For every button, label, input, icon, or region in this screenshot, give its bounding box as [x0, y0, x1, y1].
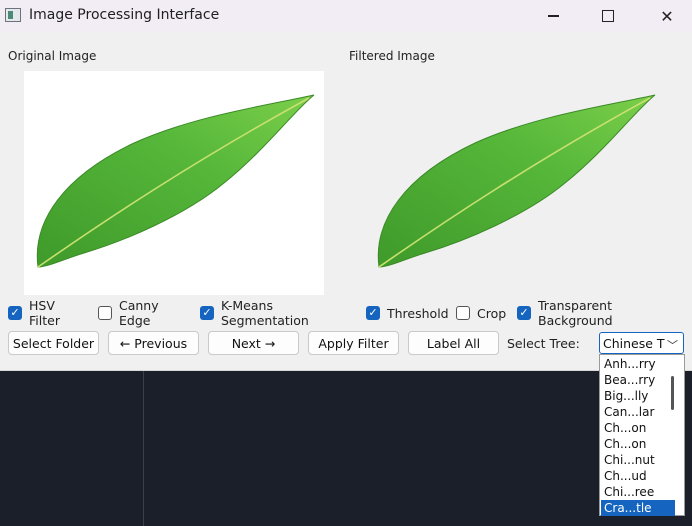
checkbox-unchecked-icon [98, 306, 112, 320]
close-button[interactable]: ✕ [644, 0, 690, 32]
checkbox-label: Crop [477, 305, 507, 321]
original-image-label: Original Image [8, 49, 97, 63]
filtered-image [365, 71, 665, 295]
checkbox-label: Canny Edge [119, 298, 159, 328]
next-button[interactable]: Next → [208, 331, 299, 355]
tree-dropdown-list[interactable]: Anh...rry Bea...rry Big...lly Can...lar … [599, 354, 685, 516]
checkbox-checked-icon [517, 306, 531, 320]
crop-checkbox[interactable]: Crop [456, 304, 506, 322]
dropdown-scrollbar[interactable] [671, 376, 674, 410]
maximize-button[interactable] [585, 0, 631, 32]
tree-option-selected[interactable]: Cra...tle [601, 500, 675, 516]
label-all-button[interactable]: Label All [408, 331, 499, 355]
app-window: Image Processing Interface ✕ Original Im… [0, 0, 692, 371]
hsv-filter-checkbox[interactable]: HSV Filter [8, 298, 60, 328]
tree-option[interactable]: Ch...on [601, 436, 675, 452]
minimize-button[interactable] [530, 0, 576, 32]
minimize-icon [547, 15, 559, 17]
checkbox-label: K-Means Segmentation [221, 298, 309, 328]
tree-option[interactable]: Can...lar [601, 404, 675, 420]
select-folder-button[interactable]: Select Folder [8, 331, 99, 355]
checkbox-label: Transparent Background [538, 298, 613, 328]
tree-option[interactable]: Bea...rry [601, 372, 675, 388]
tree-option[interactable]: Big...lly [601, 388, 675, 404]
window-title: Image Processing Interface [29, 7, 220, 23]
select-tree-label: Select Tree: [507, 336, 580, 351]
tree-option[interactable]: Anh...rry [601, 356, 675, 372]
checkbox-checked-icon [8, 306, 22, 320]
checkbox-label: HSV Filter [29, 298, 60, 328]
transparent-background-checkbox[interactable]: Transparent Background [517, 298, 613, 328]
previous-button[interactable]: ← Previous [108, 331, 199, 355]
checkbox-checked-icon [200, 306, 214, 320]
app-icon [5, 8, 21, 22]
tree-select-value: Chinese T [603, 335, 665, 351]
original-image [24, 71, 324, 295]
canny-edge-checkbox[interactable]: Canny Edge [98, 298, 159, 328]
checkbox-checked-icon [366, 306, 380, 320]
filtered-image-label: Filtered Image [349, 49, 435, 63]
tree-select[interactable]: Chinese T ﹀ [599, 332, 684, 354]
checkbox-label: Threshold [387, 305, 449, 321]
tree-option[interactable]: Ch...ud [601, 468, 675, 484]
maximize-icon [602, 10, 614, 22]
kmeans-segmentation-checkbox[interactable]: K-Means Segmentation [200, 298, 309, 328]
chevron-down-icon: ﹀ [667, 339, 678, 352]
tree-option[interactable]: Chi...nut [601, 452, 675, 468]
close-icon: ✕ [660, 6, 674, 26]
background-divider [143, 370, 144, 526]
title-bar[interactable]: Image Processing Interface ✕ [0, 0, 692, 32]
tree-option[interactable]: Chi...ree [601, 484, 675, 500]
checkbox-unchecked-icon [456, 306, 470, 320]
threshold-checkbox[interactable]: Threshold [366, 304, 449, 322]
apply-filter-button[interactable]: Apply Filter [308, 331, 399, 355]
tree-option[interactable]: Ch...on [601, 420, 675, 436]
